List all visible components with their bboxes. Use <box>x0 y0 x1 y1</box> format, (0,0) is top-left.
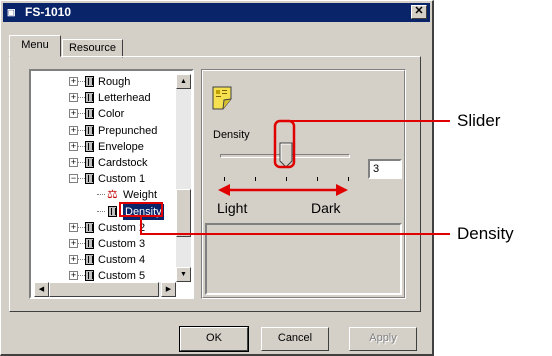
slider-tick <box>224 177 225 181</box>
expand-icon[interactable]: + <box>69 125 78 135</box>
tree-item-label: Rough <box>98 76 131 88</box>
expand-icon[interactable]: + <box>69 239 78 248</box>
tree-connector-line <box>97 210 105 213</box>
dark-label: Dark <box>311 200 341 216</box>
expand-icon[interactable]: + <box>69 77 78 86</box>
window-title: FS-1010 <box>25 5 72 19</box>
folder-icon <box>85 140 94 152</box>
folder-icon <box>85 238 94 249</box>
tree-item-label: Envelope <box>98 140 144 153</box>
tree-item-label: Custom 4 <box>98 254 146 267</box>
slider-tick <box>286 177 287 181</box>
tree-item[interactable]: + Envelope <box>31 139 174 155</box>
light-label: Light <box>217 200 248 216</box>
slider-tick <box>317 177 318 181</box>
ok-button[interactable]: OK <box>179 326 249 352</box>
tree-item[interactable]: + Custom 3 <box>31 236 174 252</box>
tree-connector-line <box>97 194 105 196</box>
scroll-left-arrow-icon[interactable]: ◀ <box>34 282 49 297</box>
tree-item-label: Letterhead <box>98 92 151 105</box>
folder-icon <box>85 270 94 282</box>
media-type-tree[interactable]: + Rough + Letterhead + Color + Prepunched + Envel… <box>29 69 194 299</box>
horizontal-scroll-thumb[interactable] <box>49 282 159 297</box>
folder-icon <box>85 124 94 136</box>
density-value-field[interactable]: 3 <box>368 159 402 179</box>
folder-icon <box>85 76 94 87</box>
expand-icon[interactable]: + <box>69 109 78 119</box>
tree-item-label: Custom 3 <box>98 238 146 250</box>
scroll-thumb[interactable] <box>176 189 191 237</box>
tree-vertical-scrollbar[interactable]: ▲ ▼ <box>176 74 191 282</box>
tree-item[interactable]: + Prepunched <box>31 123 174 139</box>
expand-icon[interactable]: + <box>69 222 78 232</box>
expand-icon[interactable]: + <box>69 141 78 151</box>
folder-icon <box>85 173 94 185</box>
tree-item-label: Density <box>123 203 164 220</box>
slider-tick <box>255 177 256 181</box>
close-button[interactable]: ✕ <box>411 5 427 19</box>
printer-icon: ▣ <box>7 7 16 17</box>
folder-icon <box>85 108 94 120</box>
scroll-right-arrow-icon[interactable]: ▶ <box>161 282 176 297</box>
scroll-down-arrow-icon[interactable]: ▼ <box>176 267 191 282</box>
expand-icon[interactable]: + <box>69 158 78 167</box>
tree-item[interactable]: + Custom 2 <box>31 220 174 236</box>
tree-item-label: Custom 2 <box>98 221 146 234</box>
tree-item-label: Custom 1 <box>98 173 146 186</box>
tab-menu[interactable]: Menu <box>9 35 61 57</box>
expand-icon[interactable]: + <box>69 93 78 103</box>
title-bar[interactable]: ▣ FS-1010 ✕ <box>3 3 430 22</box>
tree-item[interactable]: ⚖ Weight <box>31 187 174 203</box>
tree-item[interactable]: + Cardstock <box>31 155 174 171</box>
tree-item-label: Weight <box>123 189 158 202</box>
tree-item[interactable]: + Custom 4 <box>31 252 174 268</box>
tree-item[interactable]: − Custom 1 <box>31 171 174 187</box>
tree-item[interactable]: Density <box>31 203 174 220</box>
expand-icon[interactable]: + <box>69 271 78 281</box>
folder-icon <box>85 92 94 104</box>
folder-icon <box>85 157 94 168</box>
tree-horizontal-scrollbar[interactable]: ◀ ▶ <box>34 282 176 297</box>
paper-icon <box>212 86 232 110</box>
density-label: Density <box>213 129 250 141</box>
apply-button[interactable]: Apply <box>349 327 417 351</box>
slider-tick <box>348 177 349 181</box>
expand-icon[interactable]: + <box>69 255 78 265</box>
tree-item-label: Cardstock <box>98 157 148 169</box>
tree-item[interactable]: + Color <box>31 106 174 122</box>
cancel-button[interactable]: Cancel <box>261 327 329 351</box>
density-icon <box>108 205 117 217</box>
density-callout-label: Density <box>457 224 514 243</box>
tree-item-label: Color <box>98 108 125 121</box>
weight-icon: ⚖ <box>107 187 118 202</box>
folder-icon <box>85 254 94 266</box>
tree-item[interactable]: + Rough <box>31 74 174 90</box>
density-slider-thumb[interactable] <box>276 141 296 169</box>
printer-properties-dialog: ▣ FS-1010 ✕ Menu Resource + Rough + Letterh… <box>0 0 434 356</box>
tree-item-label: Prepunched <box>98 124 158 137</box>
slider-callout-label: Slider <box>457 111 501 130</box>
collapse-icon[interactable]: − <box>69 174 78 184</box>
tree-item[interactable]: + Letterhead <box>31 90 174 106</box>
folder-icon <box>85 221 94 233</box>
scroll-up-arrow-icon[interactable]: ▲ <box>176 74 191 89</box>
description-box <box>205 223 402 295</box>
